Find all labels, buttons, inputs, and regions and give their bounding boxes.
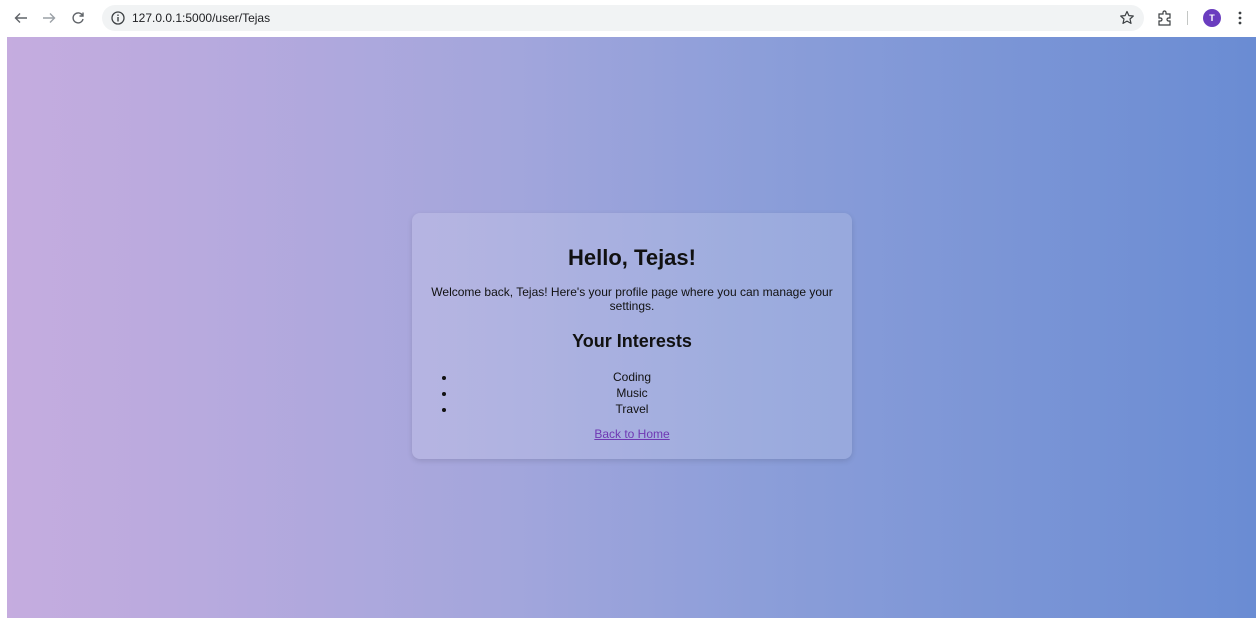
interests-heading: Your Interests <box>572 331 692 351</box>
toolbar-divider <box>1187 11 1188 25</box>
back-to-home-link[interactable]: Back to Home <box>412 427 852 441</box>
list-item: Music <box>456 385 852 401</box>
list-item: Coding <box>456 369 852 385</box>
list-item: Travel <box>456 401 852 417</box>
page-viewport: Hello, Tejas! Welcome back, Tejas! Here'… <box>7 37 1256 618</box>
forward-arrow-icon[interactable] <box>38 7 60 29</box>
reload-icon[interactable] <box>67 7 89 29</box>
site-info-icon[interactable] <box>110 10 126 26</box>
puzzle-icon[interactable] <box>1156 9 1174 27</box>
back-arrow-icon[interactable] <box>10 7 32 29</box>
url-text[interactable]: 127.0.0.1:5000/user/Tejas <box>132 11 270 25</box>
page-title: Hello, Tejas! <box>568 245 696 270</box>
address-bar[interactable]: 127.0.0.1:5000/user/Tejas <box>102 5 1144 31</box>
star-icon[interactable] <box>1118 9 1136 27</box>
welcome-message: Welcome back, Tejas! Here's your profile… <box>431 285 833 313</box>
profile-avatar[interactable]: T <box>1203 9 1221 27</box>
browser-toolbar: 127.0.0.1:5000/user/Tejas T <box>0 0 1256 37</box>
kebab-menu-icon[interactable] <box>1233 9 1247 27</box>
interests-list: Coding Music Travel <box>412 369 852 417</box>
profile-card: Hello, Tejas! Welcome back, Tejas! Here'… <box>412 213 852 459</box>
